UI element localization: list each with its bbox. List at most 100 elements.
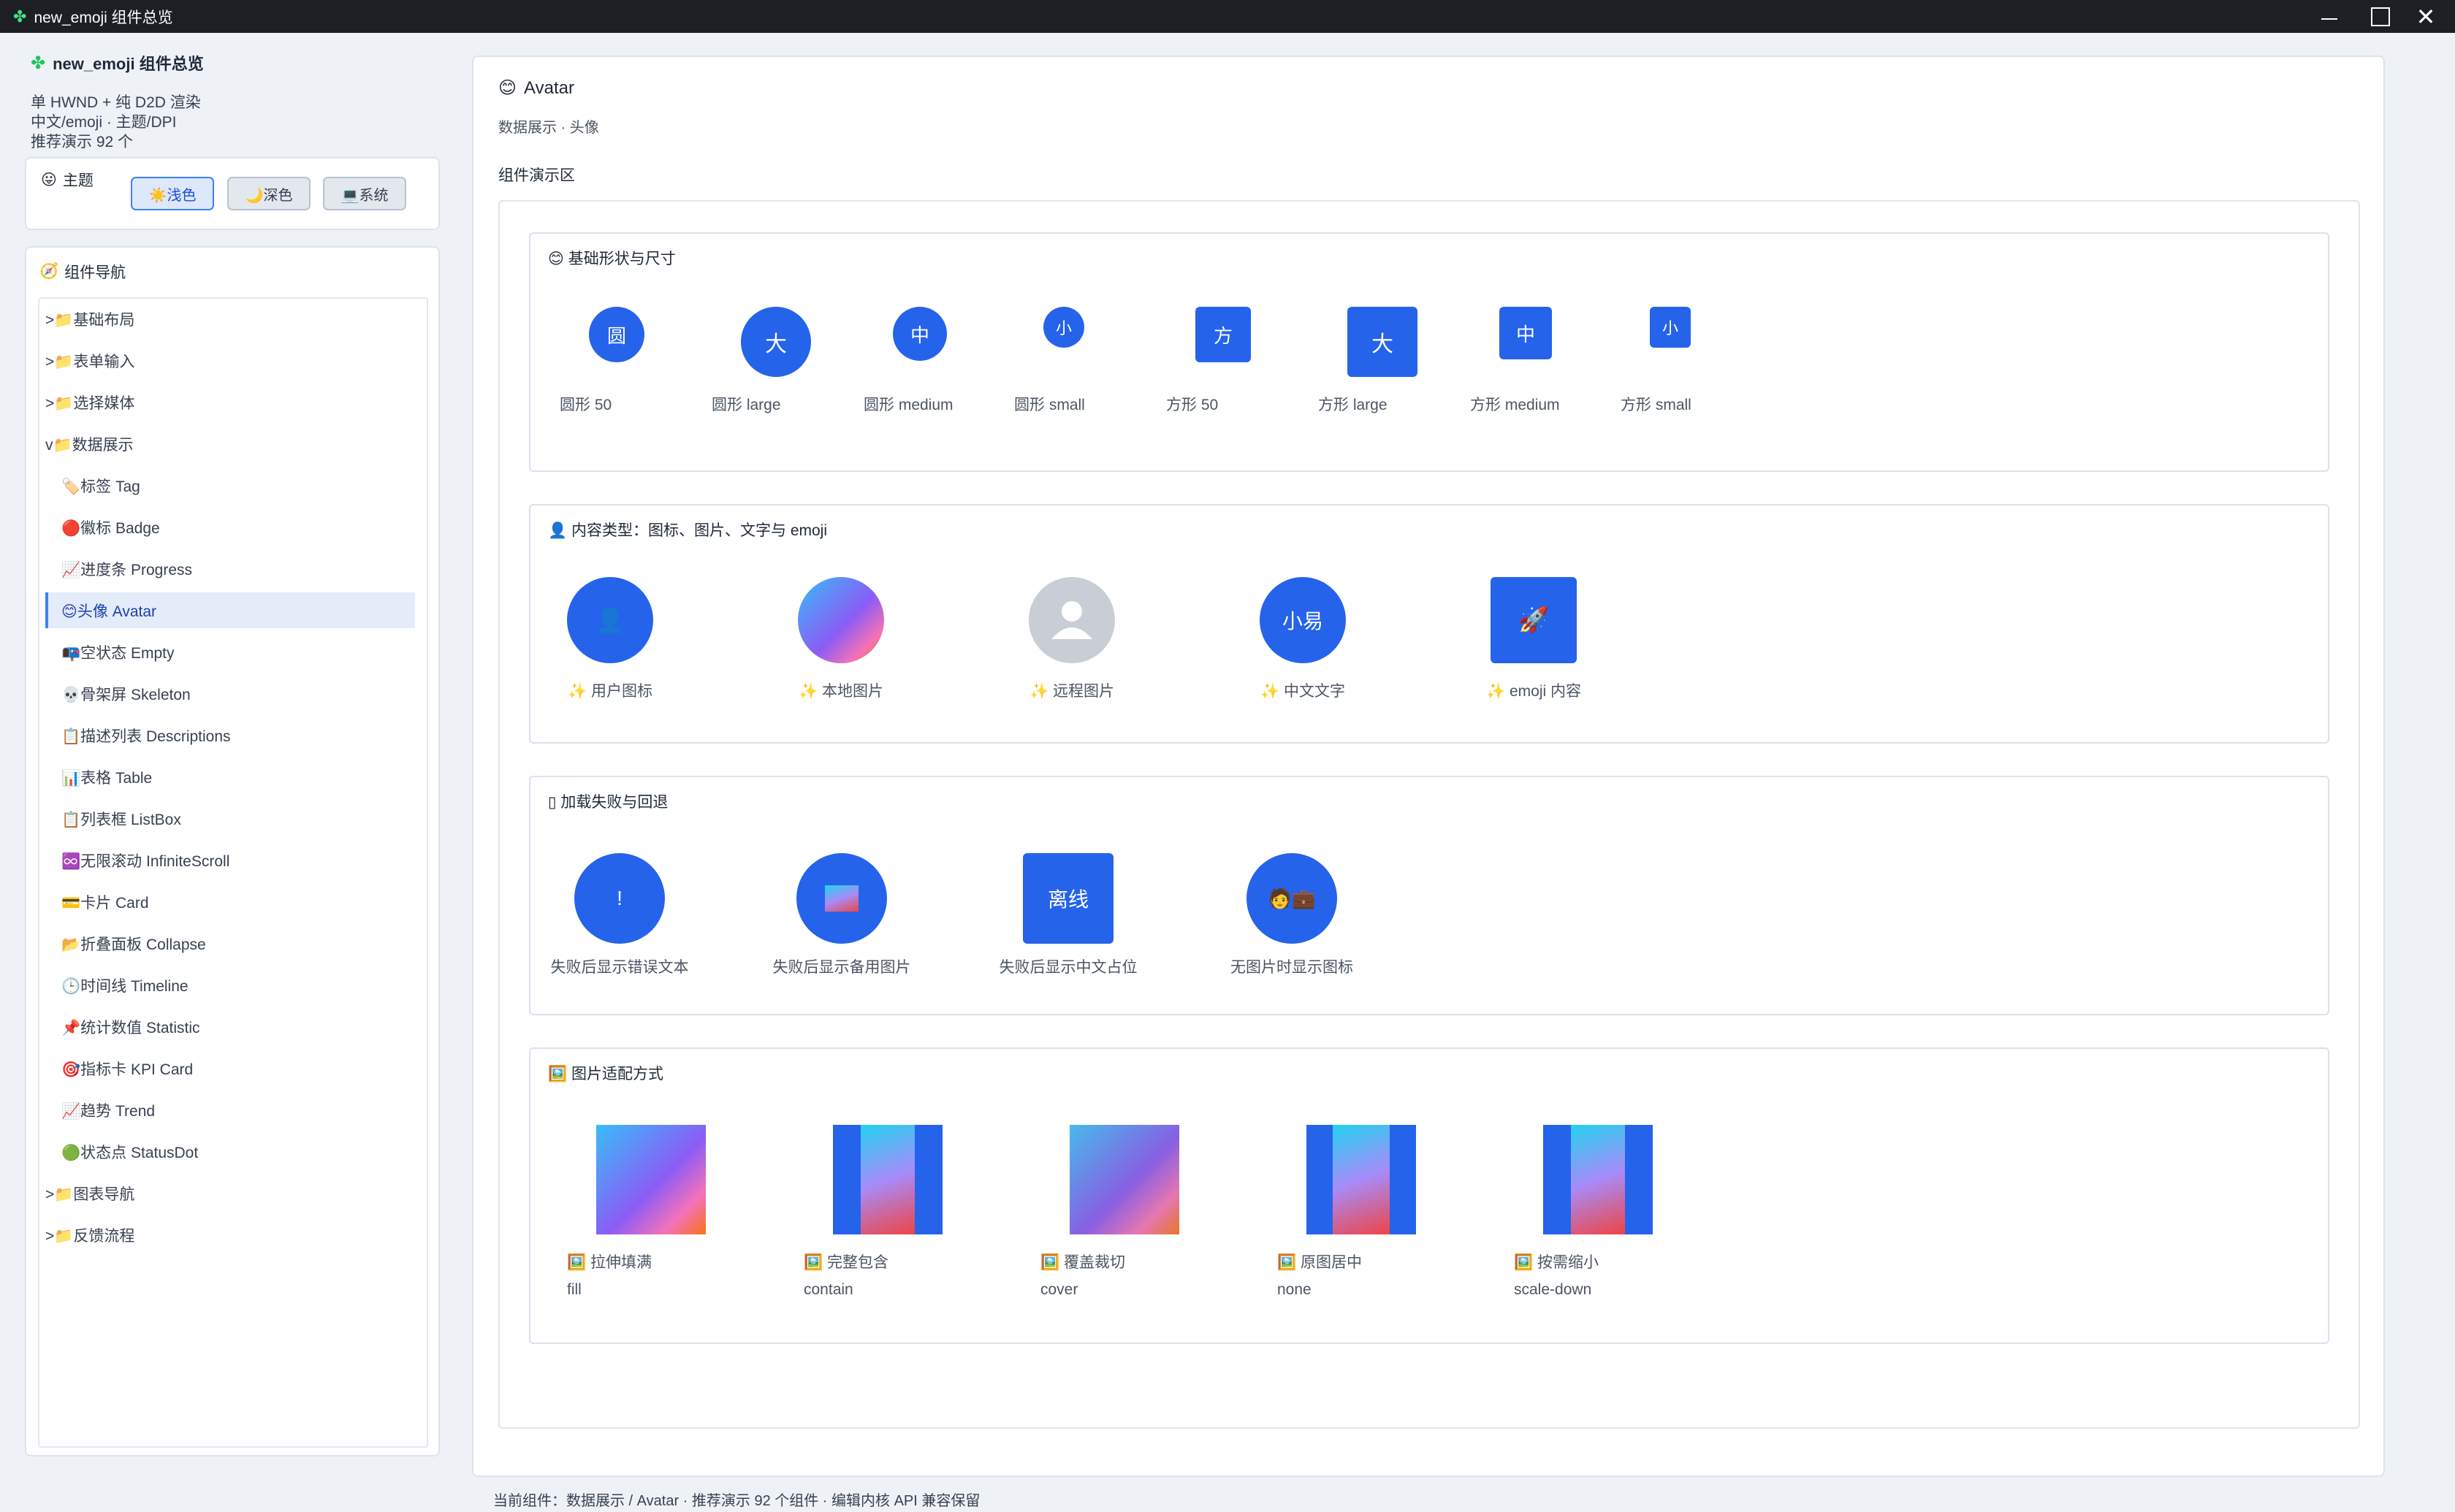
nav-item-card[interactable]: 💳卡片 Card (45, 884, 415, 920)
fit-caption: 🖼️ 拉伸填满 (567, 1254, 652, 1271)
fit-fill-image[interactable] (596, 1125, 706, 1234)
theme-system-button[interactable]: 💻系统 (323, 177, 406, 210)
theme-dark-button[interactable]: 🌙深色 (227, 177, 311, 210)
smile-icon: 😊 (498, 78, 517, 98)
fallback-card: ▯ 加载失败与回退 ! 离线 🧑💼 失败后显示错误文本 失败后显示备用图片 失败… (529, 776, 2329, 1015)
avatar-circle-50[interactable]: 圆 (589, 307, 644, 362)
nav-title: 组件导航 (64, 264, 126, 281)
avatar-caption: ✨ 中文文字 (1260, 683, 1345, 700)
avatar-caption: 无图片时显示图标 (1230, 959, 1353, 976)
avatar-square-medium[interactable]: 中 (1499, 307, 1552, 359)
avatar-square-large[interactable]: 大 (1347, 307, 1417, 377)
nav-item-table[interactable]: 📊表格 Table (45, 759, 415, 795)
avatar-fallback-image[interactable] (796, 853, 887, 944)
nav-item-trend[interactable]: 📈趋势 Trend (45, 1092, 415, 1128)
avatar-caption: 方形 large (1318, 397, 1388, 413)
page-title: Avatar (524, 77, 574, 98)
avatar-local-image[interactable] (798, 577, 884, 663)
minimize-button[interactable] (2307, 0, 2351, 33)
avatar-caption: 失败后显示备用图片 (772, 959, 911, 976)
maximize-button[interactable] (2359, 0, 2402, 33)
nav-item-tag[interactable]: 🏷️标签 Tag (45, 467, 415, 503)
fit-caption: 🖼️ 按需缩小 (1514, 1254, 1599, 1271)
nav-item-feedback-flow[interactable]: >📁反馈流程 (45, 1217, 415, 1253)
avatar-fallback-icon[interactable]: 🧑💼 (1246, 853, 1337, 944)
nav-item-descriptions[interactable]: 📋描述列表 Descriptions (45, 717, 415, 753)
avatar-remote-image[interactable] (1029, 577, 1115, 663)
avatar-circle-medium[interactable]: 中 (893, 307, 947, 361)
shapes-title: 😊 基础形状与尺寸 (548, 251, 676, 267)
sidebar-header: ✤ new_emoji 组件总览 (31, 51, 440, 75)
nav-item-listbox[interactable]: 📋列表框 ListBox (45, 801, 415, 836)
avatar-caption: 圆形 large (712, 397, 781, 413)
avatar-caption: 圆形 50 (560, 397, 612, 413)
fit-mode-label: fill (567, 1281, 582, 1298)
avatar-square-50[interactable]: 方 (1195, 307, 1251, 362)
nav-item-progress[interactable]: 📈进度条 Progress (45, 551, 415, 587)
nav-item-badge[interactable]: 🔴徽标 Badge (45, 509, 415, 545)
nav-item-collapse[interactable]: 📂折叠面板 Collapse (45, 925, 415, 961)
main-panel: 😊 Avatar 数据展示 · 头像 组件演示区 😊 基础形状与尺寸 圆 大 中 … (472, 56, 2385, 1477)
avatar-caption: 失败后显示中文占位 (999, 959, 1138, 976)
demo-label: 组件演示区 (498, 167, 575, 184)
fallback-thumbnail (825, 885, 859, 912)
avatar-caption: 方形 medium (1470, 397, 1560, 413)
nav-panel: 🧭 组件导航 >📁基础布局 >📁表单输入 >📁选择媒体 v📁数据展示 🏷️标签 T… (25, 246, 440, 1456)
fit-mode-label: scale-down (1514, 1281, 1592, 1298)
avatar-caption: 方形 small (1621, 397, 1691, 413)
info-line: 单 HWND + 纯 D2D 渲染 (31, 94, 201, 111)
nav-item-timeline[interactable]: 🕒时间线 Timeline (45, 967, 415, 1003)
nav-item-status-dot[interactable]: 🟢状态点 StatusDot (45, 1134, 415, 1169)
info-line: 推荐演示 92 个 (31, 134, 134, 150)
fit-mode-label: contain (804, 1281, 853, 1298)
fit-contain-image[interactable] (833, 1125, 943, 1234)
avatar-caption: ✨ 用户图标 (568, 683, 652, 700)
nav-item-kpi-card[interactable]: 🎯指标卡 KPI Card (45, 1050, 415, 1086)
theme-light-button[interactable]: ☀️浅色 (131, 177, 214, 210)
clover-icon: ✤ (31, 53, 46, 73)
nav-item-select-media[interactable]: >📁选择媒体 (45, 384, 415, 420)
close-button[interactable]: ✕ (2404, 0, 2448, 33)
avatar-caption: 方形 50 (1166, 397, 1219, 413)
nav-tree: >📁基础布局 >📁表单输入 >📁选择媒体 v📁数据展示 🏷️标签 Tag 🔴徽标… (38, 297, 428, 1448)
nav-item-basic-layout[interactable]: >📁基础布局 (45, 301, 415, 337)
avatar-circle-small[interactable]: 小 (1043, 307, 1084, 348)
nav-item-infinite-scroll[interactable]: ♾️无限滚动 InfiniteScroll (45, 842, 415, 878)
fit-mode-label: none (1277, 1281, 1312, 1298)
nav-item-avatar[interactable]: 😊头像 Avatar (45, 592, 415, 628)
avatar-caption: 圆形 small (1014, 397, 1085, 413)
nav-item-skeleton[interactable]: 💀骨架屏 Skeleton (45, 676, 415, 711)
window-title: new_emoji 组件总览 (34, 9, 173, 26)
fit-caption: 🖼️ 完整包含 (804, 1254, 888, 1271)
content-title: 👤 内容类型：图标、图片、文字与 emoji (548, 522, 827, 539)
theme-panel: 😛 主题 ☀️浅色 🌙深色 💻系统 (25, 157, 440, 230)
avatar-square-small[interactable]: 小 (1650, 307, 1691, 348)
fit-cover-image[interactable] (1070, 1125, 1179, 1234)
avatar-caption: ✨ 远程图片 (1029, 683, 1114, 700)
avatar-error-text[interactable]: ! (574, 853, 665, 944)
avatar-user-icon[interactable]: 👤 (567, 577, 653, 663)
shapes-card: 😊 基础形状与尺寸 圆 大 中 小 方 大 中 小 圆形 50 圆形 large… (529, 232, 2329, 472)
avatar-caption: 失败后显示错误文本 (550, 959, 689, 976)
content-card: 👤 内容类型：图标、图片、文字与 emoji 👤 小易 🚀 ✨ 用户图标 ✨ 本… (529, 504, 2329, 744)
nav-item-chart-nav[interactable]: >📁图表导航 (45, 1175, 415, 1211)
avatar-emoji[interactable]: 🚀 (1491, 577, 1577, 663)
avatar-chinese-text[interactable]: 小易 (1260, 577, 1346, 663)
nav-item-data-display[interactable]: v📁数据展示 (45, 426, 415, 462)
avatar-circle-large[interactable]: 大 (741, 307, 811, 377)
fit-none-image[interactable] (1306, 1125, 1416, 1234)
nav-item-empty[interactable]: 📭空状态 Empty (45, 634, 415, 670)
avatar-offline-placeholder[interactable]: 离线 (1023, 853, 1114, 944)
puzzle-icon: ✤ (13, 7, 27, 26)
nav-item-form-input[interactable]: >📁表单输入 (45, 343, 415, 378)
fit-caption: 🖼️ 覆盖裁切 (1040, 1254, 1125, 1271)
status-bar: 当前组件：数据展示 / Avatar · 推荐演示 92 个组件 · 编辑内核 … (493, 1493, 981, 1509)
nav-item-statistic[interactable]: 📌统计数值 Statistic (45, 1009, 415, 1045)
avatar-caption: ✨ 本地图片 (799, 683, 883, 700)
person-placeholder-icon (1051, 601, 1092, 639)
demo-area: 😊 基础形状与尺寸 圆 大 中 小 方 大 中 小 圆形 50 圆形 large… (498, 200, 2360, 1429)
fit-caption: 🖼️ 原图居中 (1277, 1254, 1362, 1271)
fit-scale-down-image[interactable] (1543, 1125, 1653, 1234)
title-bar: ✤ new_emoji 组件总览 ✕ (0, 0, 2455, 33)
fit-card: 🖼️ 图片适配方式 🖼️ 拉伸填满 🖼️ 完整包含 🖼️ 覆盖裁切 🖼️ 原图居… (529, 1047, 2329, 1344)
